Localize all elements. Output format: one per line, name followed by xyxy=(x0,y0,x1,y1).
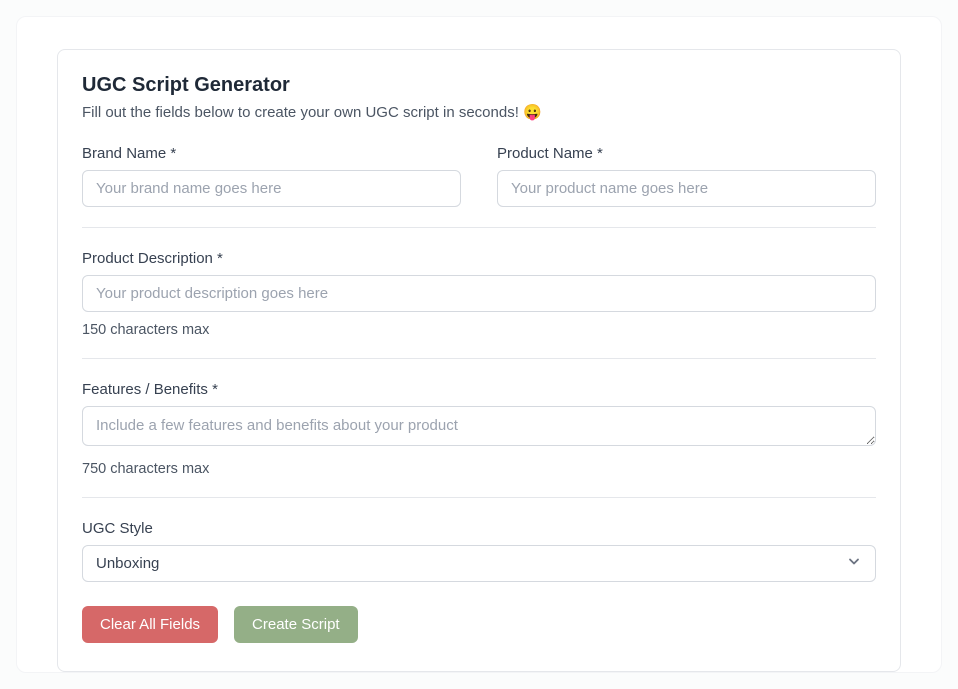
description-label: Product Description * xyxy=(82,250,876,267)
clear-button[interactable]: Clear All Fields xyxy=(82,606,218,643)
brand-field: Brand Name * xyxy=(82,145,461,207)
product-input[interactable] xyxy=(497,170,876,207)
create-button[interactable]: Create Script xyxy=(234,606,358,643)
button-row: Clear All Fields Create Script xyxy=(82,606,876,643)
style-select-wrap: Unboxing xyxy=(82,545,876,582)
divider xyxy=(82,227,876,228)
description-helper: 150 characters max xyxy=(82,322,876,338)
divider xyxy=(82,358,876,359)
brand-product-row: Brand Name * Product Name * xyxy=(82,145,876,207)
features-textarea[interactable] xyxy=(82,406,876,446)
form-card: UGC Script Generator Fill out the fields… xyxy=(57,49,901,672)
description-input[interactable] xyxy=(82,275,876,312)
features-label: Features / Benefits * xyxy=(82,381,876,398)
page-subtitle: Fill out the fields below to create your… xyxy=(82,103,876,121)
page-title: UGC Script Generator xyxy=(82,74,876,97)
divider xyxy=(82,497,876,498)
description-field: Product Description * 150 characters max xyxy=(82,250,876,338)
style-select[interactable]: Unboxing xyxy=(82,545,876,582)
features-helper: 750 characters max xyxy=(82,461,876,477)
style-field: UGC Style Unboxing xyxy=(82,520,876,582)
style-label: UGC Style xyxy=(82,520,876,537)
brand-input[interactable] xyxy=(82,170,461,207)
brand-label: Brand Name * xyxy=(82,145,461,162)
product-label: Product Name * xyxy=(497,145,876,162)
features-field: Features / Benefits * 750 characters max xyxy=(82,381,876,477)
product-field: Product Name * xyxy=(497,145,876,207)
page-container: UGC Script Generator Fill out the fields… xyxy=(16,16,942,673)
